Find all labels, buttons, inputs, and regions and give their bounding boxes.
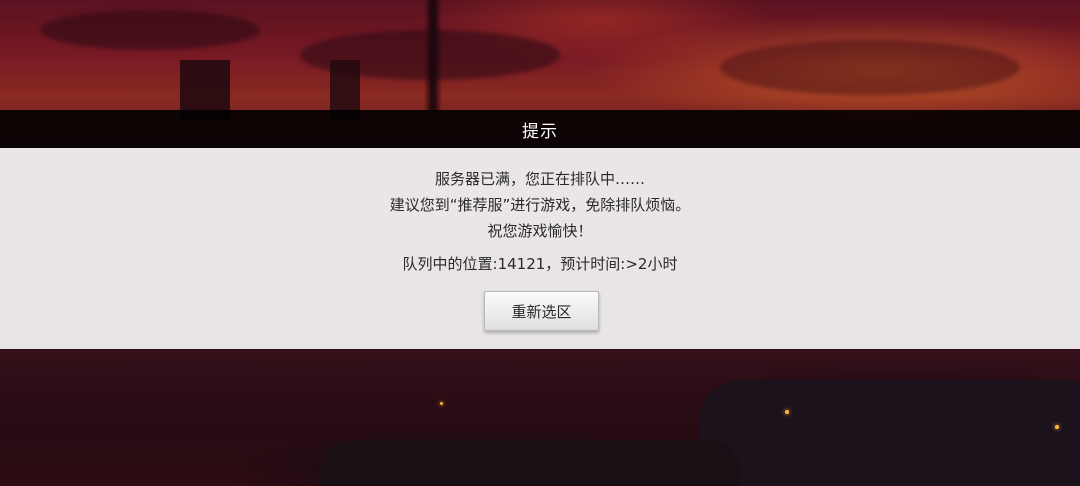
rock-ledge (320, 440, 740, 486)
radio-tower (424, 0, 442, 112)
dialog-title-bar: 提示 (0, 110, 1080, 148)
server-full-message: 服务器已满，您正在排队中…… (434, 170, 645, 188)
ember-particle (785, 410, 789, 414)
ember-particle (440, 402, 443, 405)
reselect-server-button[interactable]: 重新选区 (484, 291, 599, 331)
ember-particle (1055, 425, 1059, 429)
greeting-message: 祝您游戏愉快！ (487, 222, 593, 240)
game-background: 提示 服务器已满，您正在排队中…… 建议您到“推荐服”进行游戏，免除排队烦恼。 … (0, 0, 1080, 486)
queue-position-text: 队列中的位置:14121，预计时间:>2小时 (402, 255, 678, 273)
queue-dialog: 服务器已满，您正在排队中…… 建议您到“推荐服”进行游戏，免除排队烦恼。 祝您游… (0, 148, 1080, 349)
background-cloud (40, 10, 260, 50)
ruined-ground (0, 350, 1080, 486)
recommend-server-message: 建议您到“推荐服”进行游戏，免除排队烦恼。 (389, 196, 691, 214)
dialog-title: 提示 (522, 121, 558, 142)
rock-formation (700, 380, 1080, 486)
